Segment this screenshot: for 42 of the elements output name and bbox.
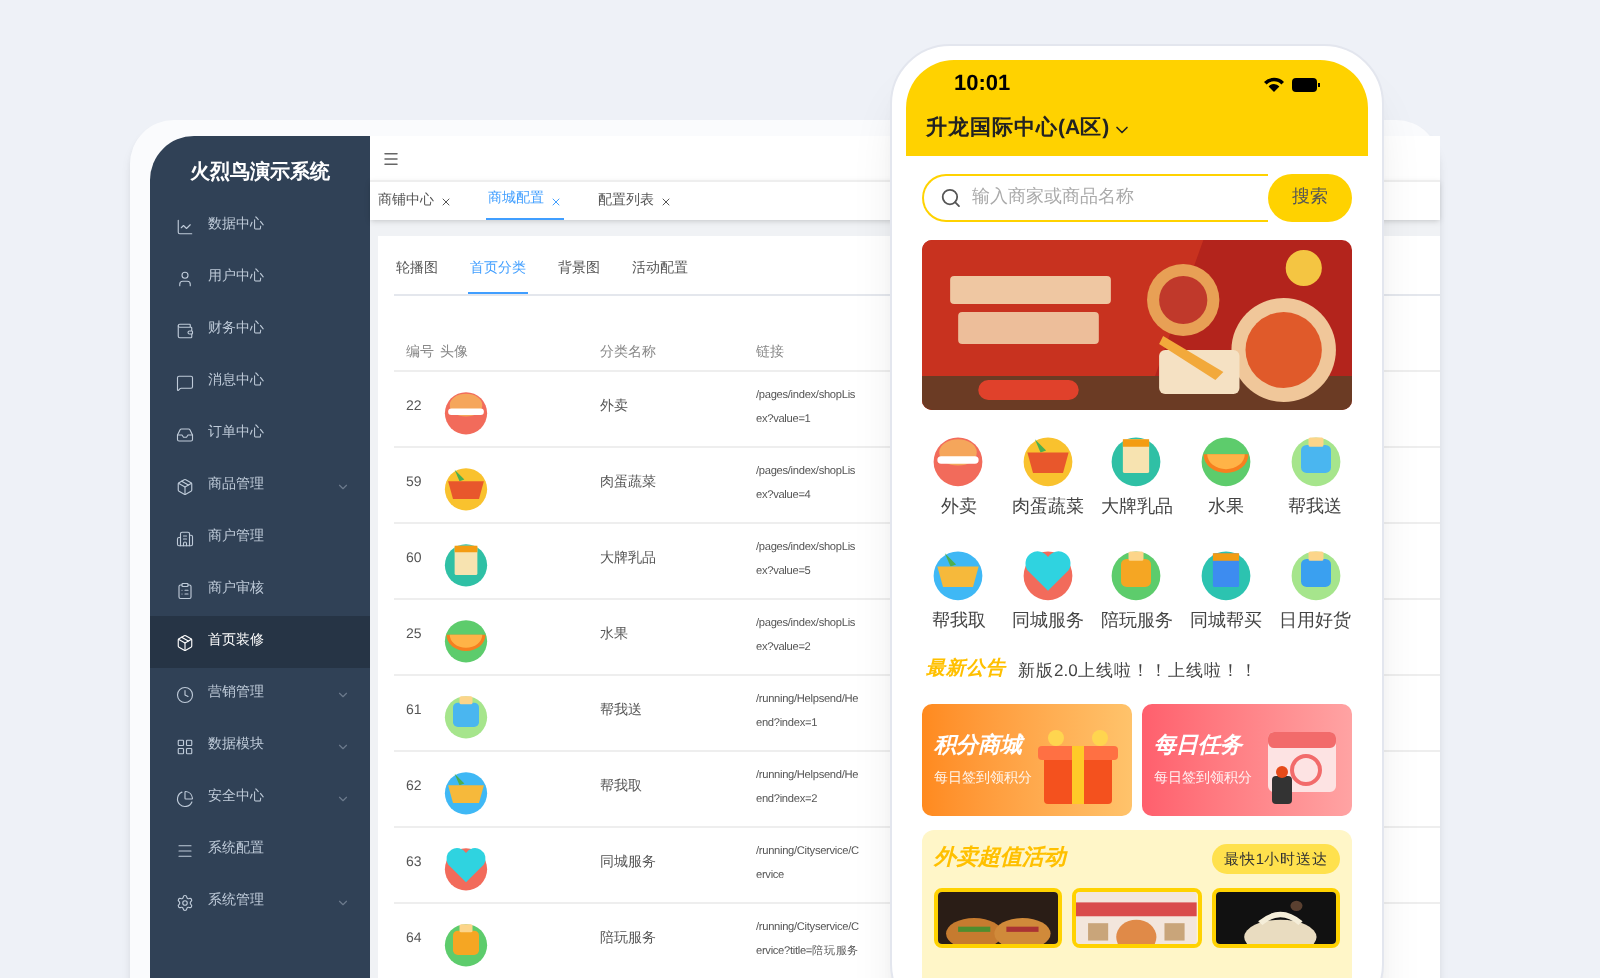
category-label[interactable]: 水果	[1208, 494, 1245, 521]
promo-title: 积分商城	[934, 731, 1027, 763]
menu-item-icon	[176, 425, 194, 443]
menu-item-icon	[176, 269, 194, 287]
search-button[interactable]: 搜索	[1268, 174, 1352, 222]
menu-item-icon	[176, 789, 194, 807]
category-label[interactable]: 日用好货	[1279, 607, 1352, 634]
close-icon[interactable]	[660, 196, 672, 208]
category-label[interactable]: 同城帮买	[1190, 607, 1263, 634]
category-label[interactable]: 帮我取	[931, 607, 986, 634]
battery-icon	[1292, 77, 1320, 91]
notice-label: 最新公告	[926, 656, 1006, 684]
promo-title: 每日任务	[1154, 731, 1246, 763]
category-label[interactable]: 大牌乳品	[1100, 494, 1173, 521]
menu-item-icon	[176, 477, 194, 495]
search-field[interactable]: 输入商家或商品名称	[971, 184, 1268, 212]
menu-item-icon	[176, 685, 194, 703]
wifi-icon	[1264, 76, 1284, 92]
menu-icon[interactable]	[382, 149, 400, 167]
menu-item-icon	[176, 529, 194, 547]
search-bar[interactable]: 输入商家或商品名称	[922, 174, 1268, 222]
status-time: 10:01	[954, 69, 1011, 100]
menu-item-icon	[176, 581, 194, 599]
menu-item-icon	[176, 321, 194, 339]
menu-item-icon	[176, 217, 194, 235]
menu-item-icon	[176, 373, 194, 391]
category-label[interactable]: 同城服务	[1011, 607, 1084, 634]
menu-item-icon	[176, 841, 194, 859]
notice-text: 新版2.0上线啦！！上线啦！！	[1018, 657, 1258, 683]
menu-item-icon	[176, 633, 194, 651]
gift-box-icon	[1032, 728, 1124, 809]
category-label[interactable]: 帮我送	[1288, 494, 1343, 521]
close-icon[interactable]	[440, 196, 452, 208]
search-icon	[940, 186, 962, 210]
menu-item-icon	[176, 737, 194, 755]
category-label[interactable]: 外卖	[940, 494, 977, 521]
menu-item-icon	[176, 893, 194, 911]
activity-title: 外卖超值活动	[934, 843, 1066, 875]
location-selector[interactable]: 升龙国际中心(A区)	[906, 108, 1368, 152]
brand-title: 火烈鸟演示系统	[188, 159, 332, 188]
category-label[interactable]: 肉蛋蔬菜	[1011, 494, 1084, 521]
category-label[interactable]: 陪玩服务	[1100, 607, 1173, 634]
